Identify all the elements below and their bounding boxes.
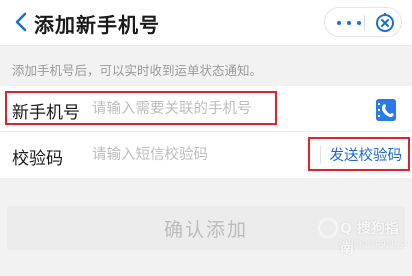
- mini-program-capsule: [324, 7, 402, 37]
- phone-label: 新手机号: [12, 103, 80, 123]
- more-dots-icon[interactable]: [337, 16, 361, 30]
- contact-button[interactable]: [376, 99, 396, 121]
- back-button[interactable]: [12, 11, 30, 33]
- capsule-divider: [364, 15, 365, 31]
- nav-bar: 添加新手机号: [0, 0, 412, 46]
- target-close-icon[interactable]: [374, 12, 396, 34]
- send-code-button[interactable]: 发送校验码: [308, 137, 410, 171]
- phone-input[interactable]: [92, 98, 292, 120]
- add-phone-page: 添加新手机号 添加手机号后，可以实时收到运单状态通知。 新手机号 请输入需要关联…: [0, 0, 412, 276]
- chevron-left-icon: [15, 12, 27, 32]
- confirm-add-button[interactable]: 确认添加: [7, 206, 405, 250]
- hint-text: 添加手机号后，可以实时收到运单状态通知。: [12, 63, 263, 78]
- contact-book-icon: [376, 99, 396, 121]
- page-title: 添加新手机号: [34, 13, 160, 37]
- code-label: 校验码: [12, 149, 63, 169]
- send-code-label: 发送校验码: [329, 147, 403, 164]
- code-input[interactable]: [92, 144, 292, 166]
- send-code-divider: [320, 146, 321, 164]
- phone-row: 新手机号: [0, 86, 412, 132]
